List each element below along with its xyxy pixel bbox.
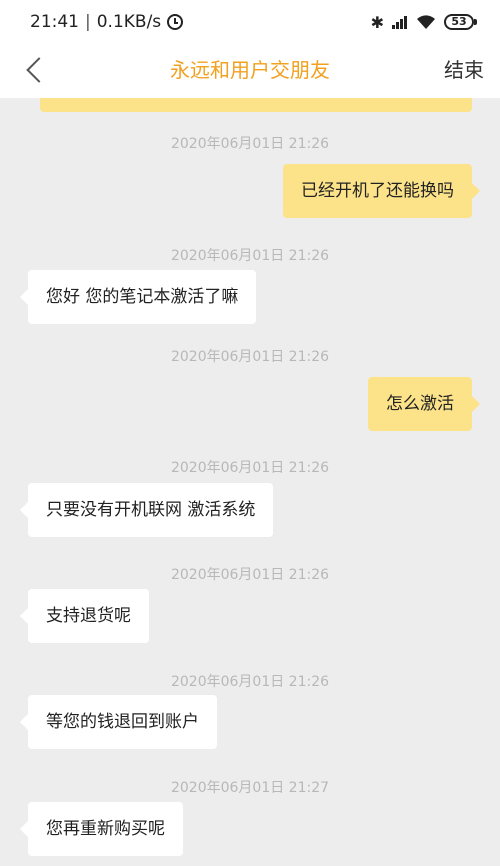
alarm-icon	[167, 14, 184, 30]
message-bubble-outgoing[interactable]: 怎么激活	[368, 377, 480, 431]
message-bubble-partial[interactable]	[40, 98, 472, 112]
status-time: 21:41	[30, 12, 79, 32]
message-timestamp: 2020年06月01日 21:27	[170, 780, 330, 796]
bluetooth-icon: ✱	[370, 12, 384, 32]
status-separator: |	[85, 12, 91, 32]
signal-icon	[392, 15, 408, 29]
message-bubble-outgoing[interactable]: 已经开机了还能换吗	[283, 164, 480, 218]
end-button[interactable]: 结束	[444, 56, 484, 84]
wifi-icon	[417, 15, 435, 29]
message-bubble-incoming[interactable]: 支持退货呢	[20, 589, 149, 643]
message-timestamp: 2020年06月01日 21:26	[170, 349, 330, 365]
message-bubble-incoming[interactable]: 只要没有开机联网 激活系统	[19, 483, 274, 537]
message-bubble-incoming[interactable]: 您再重新购买呢	[20, 802, 183, 856]
message-timestamp: 2020年06月01日 21:26	[170, 136, 330, 152]
message-timestamp: 2020年06月01日 21:26	[170, 567, 330, 583]
message-timestamp: 2020年06月01日 21:26	[170, 248, 330, 264]
status-right: ✱ 53	[370, 12, 477, 32]
message-bubble-incoming[interactable]: 您好 您的笔记本激活了嘛	[19, 270, 257, 324]
network-speed: 0.1KB/s	[96, 12, 162, 32]
status-bar: 21:41 | 0.1KB/s ✱ 53	[0, 0, 500, 44]
nav-bar: 永远和用户交朋友 结束	[0, 44, 500, 98]
chat-area[interactable]: 2020年06月01日 21:26 已经开机了还能换吗 2020年06月01日 …	[0, 98, 500, 866]
status-left: 21:41 | 0.1KB/s	[30, 11, 184, 33]
battery-icon: 53	[444, 14, 477, 30]
message-bubble-incoming[interactable]: 等您的钱退回到账户	[20, 695, 217, 749]
message-timestamp: 2020年06月01日 21:26	[170, 674, 330, 690]
page-title: 永远和用户交朋友	[170, 58, 330, 82]
message-timestamp: 2020年06月01日 21:26	[170, 460, 330, 476]
